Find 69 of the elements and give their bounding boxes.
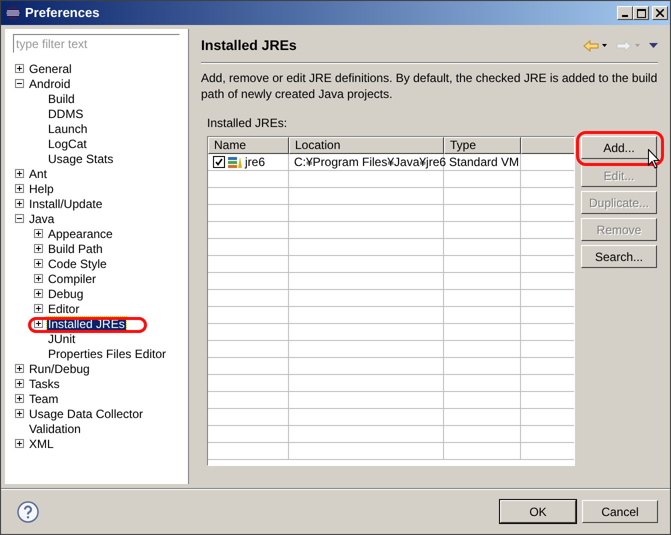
filter-field[interactable]: type filter text	[13, 34, 180, 53]
tree-item[interactable]: Build Path	[47, 242, 104, 256]
tree-item[interactable]: Usage Data Collector	[28, 406, 144, 420]
expand-icon[interactable]	[34, 229, 43, 238]
column-header[interactable]: Type	[444, 137, 521, 154]
dropdown-icon[interactable]	[602, 44, 607, 47]
tree-item[interactable]: Ant	[28, 166, 48, 180]
expand-icon[interactable]	[15, 394, 24, 403]
expand-icon[interactable]	[15, 439, 24, 448]
tree-item[interactable]: Run/Debug	[28, 362, 91, 376]
tree-item[interactable]: Compiler	[47, 272, 98, 286]
table-cell: jre6	[245, 154, 266, 170]
eclipse-icon	[5, 5, 21, 21]
dialog-button[interactable]: OK	[500, 500, 576, 523]
maximize-button[interactable]	[633, 6, 649, 20]
tree-item[interactable]: DDMS	[47, 106, 84, 120]
library-icon	[228, 156, 242, 168]
page-title: Installed JREs	[201, 36, 297, 55]
dialog-button[interactable]: Cancel	[582, 500, 658, 523]
expand-icon[interactable]	[34, 274, 43, 283]
tree-item[interactable]: Build	[47, 92, 76, 106]
expand-icon[interactable]	[34, 244, 43, 253]
table-label: Installed JREs:	[207, 115, 288, 132]
tree-item[interactable]: XML	[28, 436, 55, 450]
expand-icon[interactable]	[34, 259, 43, 268]
column-header[interactable]: Name	[208, 137, 289, 154]
expand-icon[interactable]	[15, 379, 24, 388]
expand-icon[interactable]	[15, 199, 24, 208]
tree-item[interactable]: Android	[28, 76, 72, 90]
tree-item[interactable]: Tasks	[28, 376, 61, 390]
tree-item[interactable]: Team	[28, 392, 60, 406]
close-icon	[656, 9, 664, 17]
expand-icon[interactable]	[15, 184, 24, 193]
expand-icon[interactable]	[15, 169, 24, 178]
column-header[interactable]: Location	[289, 137, 444, 154]
expand-icon[interactable]	[15, 364, 24, 373]
tree-item[interactable]: Launch	[47, 122, 88, 136]
collapse-icon[interactable]	[15, 214, 24, 223]
tree-item[interactable]: Usage Stats	[47, 152, 114, 166]
table-cell: Standard VM	[444, 154, 521, 170]
expand-icon[interactable]	[34, 289, 43, 298]
checkbox[interactable]	[213, 156, 225, 168]
expand-icon[interactable]	[15, 64, 24, 73]
tree-item[interactable]: Appearance	[47, 226, 114, 240]
tree-item[interactable]: Editor	[47, 302, 80, 316]
close-button[interactable]	[652, 6, 668, 20]
cursor-icon	[648, 149, 660, 169]
tree-item[interactable]: Java	[28, 212, 56, 226]
minimize-button[interactable]	[617, 6, 633, 20]
side-button[interactable]: Search...	[581, 245, 657, 268]
tree-item[interactable]: LogCat	[47, 136, 88, 150]
maximize-icon	[636, 8, 646, 18]
help-icon[interactable]	[17, 500, 39, 522]
tree-item[interactable]: General	[28, 62, 73, 76]
column-header[interactable]	[521, 137, 574, 154]
page-description: Add, remove or edit JRE definitions. By default, the checked JRE is added to the build path of newly created Java projects.	[201, 70, 658, 102]
tree-item[interactable]: JUnit	[47, 332, 76, 346]
expand-icon[interactable]	[15, 409, 24, 418]
tree-item[interactable]: Debug	[47, 286, 84, 300]
table-cell: C:¥Program Files¥Java¥jre6	[289, 154, 444, 170]
window-title: Preferences	[25, 4, 100, 22]
collapse-icon[interactable]	[15, 79, 24, 88]
tree-item[interactable]: Code Style	[47, 256, 108, 270]
tree-item[interactable]: Help	[28, 182, 55, 196]
tree-item[interactable]: Install/Update	[28, 196, 104, 210]
tree-item[interactable]: Validation	[28, 422, 82, 436]
expand-icon[interactable]	[34, 304, 43, 313]
view-menu-icon[interactable]	[649, 43, 658, 48]
tree-item[interactable]: Properties Files Editor	[47, 346, 168, 360]
